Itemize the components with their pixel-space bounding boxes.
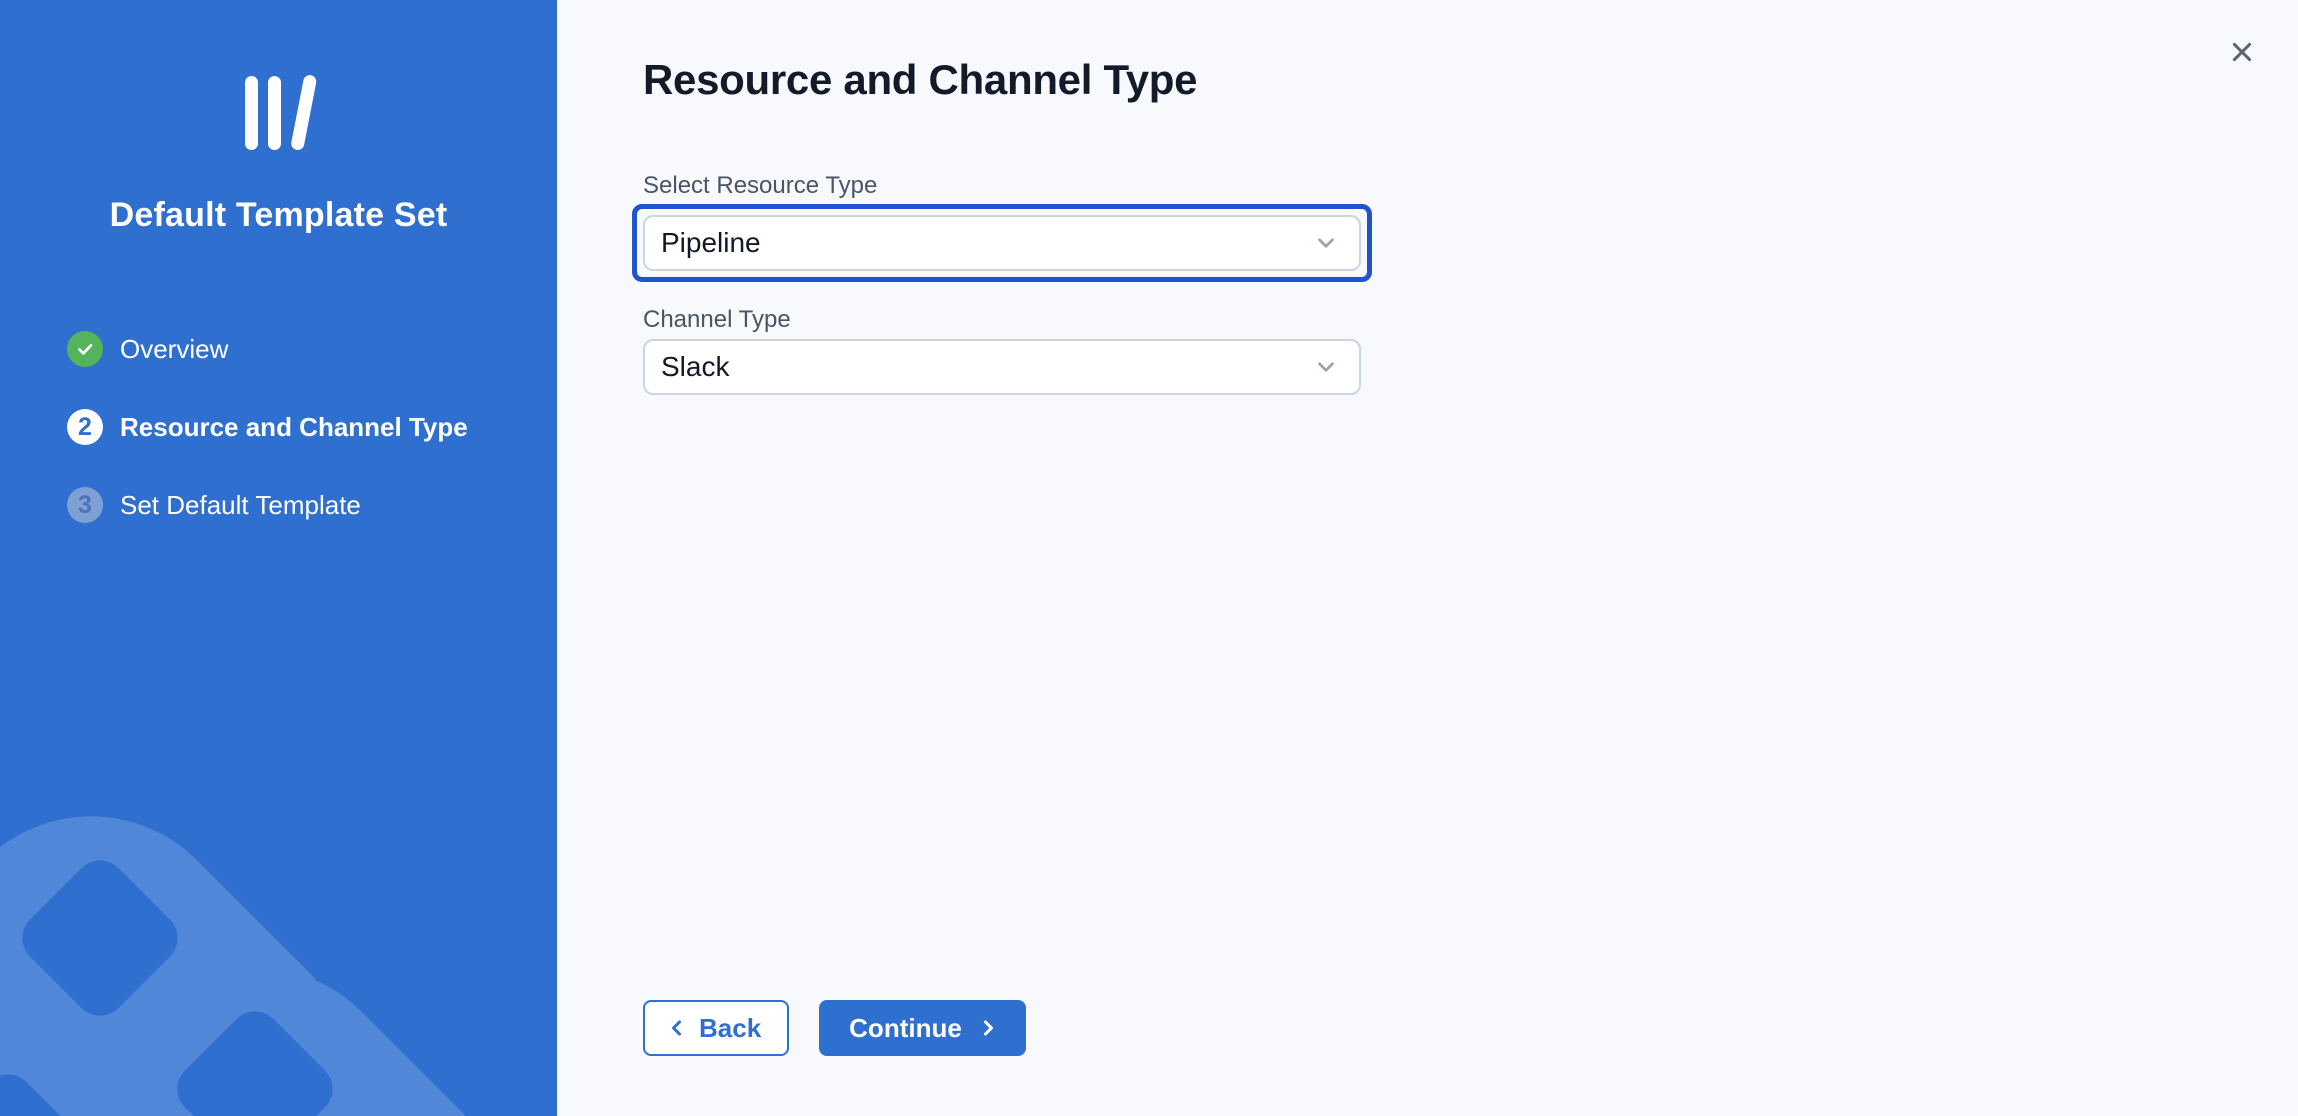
chevron-left-icon — [665, 1016, 689, 1040]
wizard-step-panel: Resource and Channel Type Select Resourc… — [557, 0, 2298, 1116]
resource-type-select[interactable]: Pipeline — [643, 215, 1361, 271]
step-set-default-template[interactable]: 3 Set Default Template — [67, 487, 537, 523]
back-button-label: Back — [699, 1013, 761, 1044]
channel-type-label: Channel Type — [643, 306, 791, 335]
step-overview[interactable]: Overview — [67, 331, 537, 367]
wizard-title: Default Template Set — [24, 196, 533, 235]
chevron-right-icon — [976, 1016, 1000, 1040]
continue-button-label: Continue — [849, 1013, 962, 1044]
chevron-down-icon — [1313, 230, 1339, 256]
chevron-down-icon — [1313, 354, 1339, 380]
step-complete-check-icon — [67, 331, 103, 367]
sidebar-watermark-pattern — [0, 646, 557, 1116]
continue-button[interactable]: Continue — [819, 1000, 1026, 1056]
back-button[interactable]: Back — [643, 1000, 789, 1056]
stacked-books-logo-icon — [239, 70, 319, 156]
step-number-badge: 3 — [67, 487, 103, 523]
wizard-sidebar: Default Template Set Overview 2 Resource… — [0, 0, 557, 1116]
wizard-steps: Overview 2 Resource and Channel Type 3 S… — [0, 331, 557, 523]
step-label: Overview — [120, 334, 228, 365]
step-number-badge: 2 — [67, 409, 103, 445]
wizard-footer: Back Continue — [643, 1000, 1026, 1056]
close-icon — [2228, 38, 2256, 66]
step-label: Set Default Template — [120, 490, 361, 521]
resource-type-label: Select Resource Type — [643, 172, 877, 201]
step-resource-and-channel-type[interactable]: 2 Resource and Channel Type — [67, 409, 537, 445]
close-button[interactable] — [2220, 30, 2264, 74]
resource-type-value: Pipeline — [661, 227, 761, 259]
step-label: Resource and Channel Type — [120, 412, 468, 443]
resource-type-focus-ring: Pipeline — [632, 204, 1372, 282]
page-title: Resource and Channel Type — [643, 56, 1197, 104]
channel-type-value: Slack — [661, 351, 729, 383]
channel-type-select[interactable]: Slack — [643, 339, 1361, 395]
